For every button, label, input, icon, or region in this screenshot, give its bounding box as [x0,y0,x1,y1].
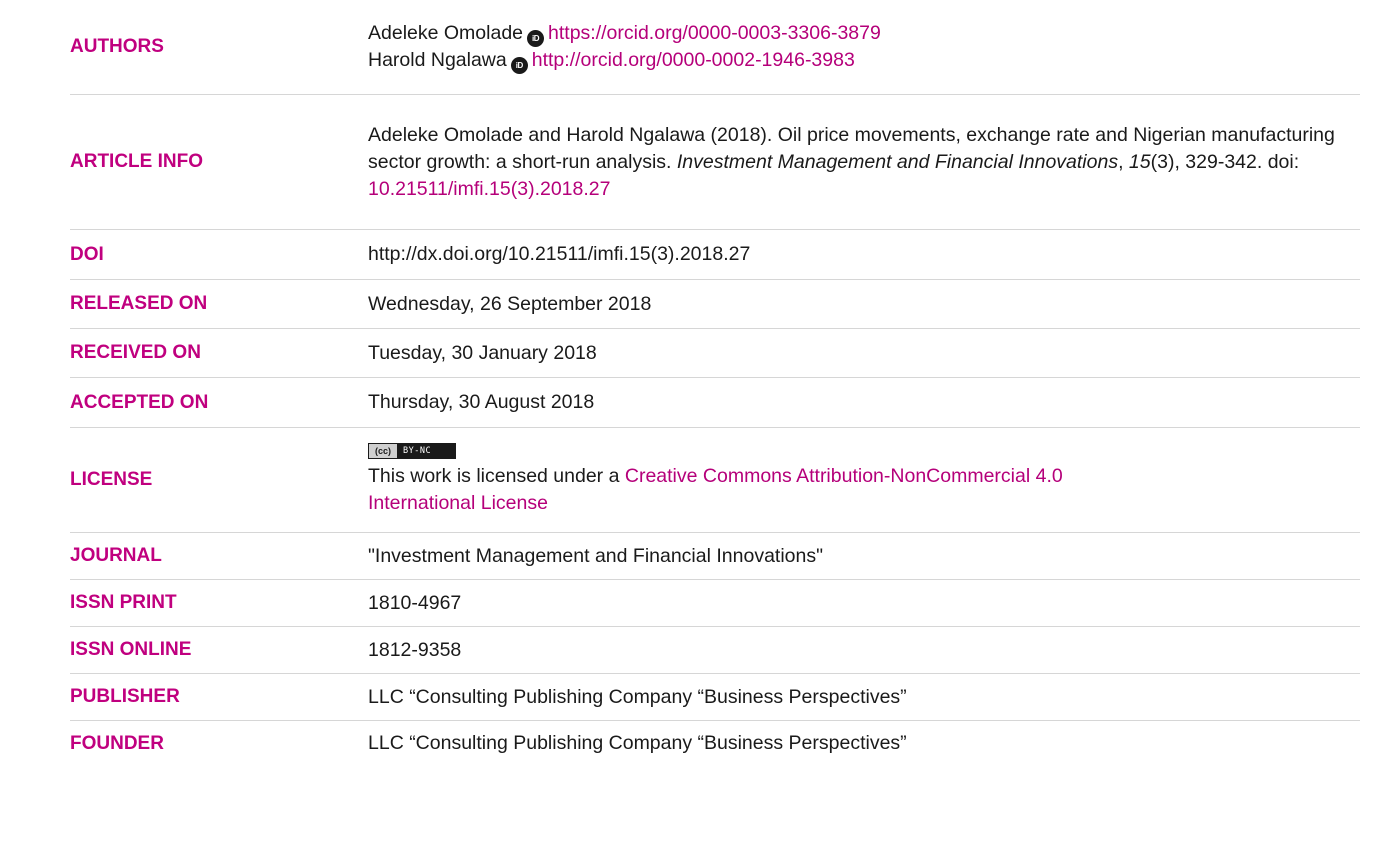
metadata-table: AUTHORS Adeleke Omolade iD https://orcid.o… [70,0,1360,766]
authors-list: Adeleke Omolade iD https://orcid.org/0000-… [368,0,1360,94]
article-citation: Adeleke Omolade and Harold Ngalawa (2018… [368,95,1360,229]
author-name: Adeleke Omolade [368,22,524,44]
citation-issue-pages: (3), 329-342. doi: [1150,150,1300,173]
founder-label: FOUNDER [70,732,164,754]
article-metadata-page: AUTHORS Adeleke Omolade iD https://orcid.o… [0,0,1381,866]
issn-online-label: ISSN ONLINE [70,639,192,660]
cc-badge-left: (cc) [369,444,397,458]
license-value: (cc) BY-NC This work is licensed under a… [368,428,1360,532]
cc-license-badge-icon[interactable]: (cc) BY-NC [368,443,456,459]
row-released-on: RELEASED ON Wednesday, 26 September 2018 [70,280,1360,329]
cc-badge-right: BY-NC [403,445,432,456]
citation-doi-link[interactable]: 10.21511/imfi.15(3).2018.27 [368,178,610,200]
row-publisher: PUBLISHER LLC “Consulting Publishing Com… [70,674,1360,721]
publisher-value: LLC “Consulting Publishing Company “Busi… [368,685,907,708]
doi-label: DOI [70,243,104,265]
row-founder: FOUNDER LLC “Consulting Publishing Compa… [70,721,1360,766]
received-on-value: Tuesday, 30 January 2018 [368,341,597,364]
issn-print-label: ISSN PRINT [70,592,177,613]
license-text: This work is licensed under a [368,465,625,487]
released-on-label: RELEASED ON [70,293,208,314]
citation-sep: , [1118,150,1129,173]
citation-journal: Investment Management and Financial Inno… [676,150,1119,173]
issn-print-value: 1810-4967 [368,591,462,614]
row-issn-print: ISSN PRINT 1810-4967 [70,580,1360,627]
author-name: Harold Ngalawa [368,49,507,71]
issn-online-value: 1812-9358 [368,638,462,661]
license-link[interactable]: Creative Commons Attribution-NonCommerci… [625,465,1063,487]
journal-label: JOURNAL [70,545,162,566]
journal-value: "Investment Management and Financial Inn… [368,544,824,567]
row-authors: AUTHORS Adeleke Omolade iD https://orcid.o… [70,0,1360,95]
row-issn-online: ISSN ONLINE 1812-9358 [70,627,1360,674]
license-link-continued[interactable]: International License [368,492,548,514]
row-license: LICENSE (cc) BY-NC This work is licensed… [70,428,1360,533]
row-journal: JOURNAL "Investment Management and Finan… [70,533,1360,580]
row-accepted-on: ACCEPTED ON Thursday, 30 August 2018 [70,378,1360,428]
accepted-on-value: Thursday, 30 August 2018 [368,391,595,413]
citation-volume: 15 [1128,150,1151,173]
author-entry: Harold Ngalawa iD http://orcid.org/0000-00… [368,47,1360,74]
publisher-label: PUBLISHER [70,686,180,707]
row-doi: DOI http://dx.doi.org/10.21511/imfi.15(3… [70,230,1360,280]
author-entry: Adeleke Omolade iD https://orcid.org/0000-… [368,20,1360,47]
orcid-link[interactable]: https://orcid.org/0000-0003-3306-3879 [548,22,881,44]
received-on-label: RECEIVED ON [70,342,201,363]
orcid-icon: iD [510,57,528,74]
license-label: LICENSE [70,469,153,490]
row-received-on: RECEIVED ON Tuesday, 30 January 2018 [70,329,1360,378]
doi-value: http://dx.doi.org/10.21511/imfi.15(3).20… [368,243,751,265]
founder-value: LLC “Consulting Publishing Company “Busi… [368,732,907,754]
article-info-label: ARTICLE INFO [70,151,203,172]
row-article-info: ARTICLE INFO Adeleke Omolade and Harold … [70,95,1360,230]
released-on-value: Wednesday, 26 September 2018 [368,292,652,315]
orcid-icon: iD [527,30,545,47]
orcid-link[interactable]: http://orcid.org/0000-0002-1946-3983 [532,49,855,71]
accepted-on-label: ACCEPTED ON [70,391,209,413]
authors-label: AUTHORS [70,36,164,57]
